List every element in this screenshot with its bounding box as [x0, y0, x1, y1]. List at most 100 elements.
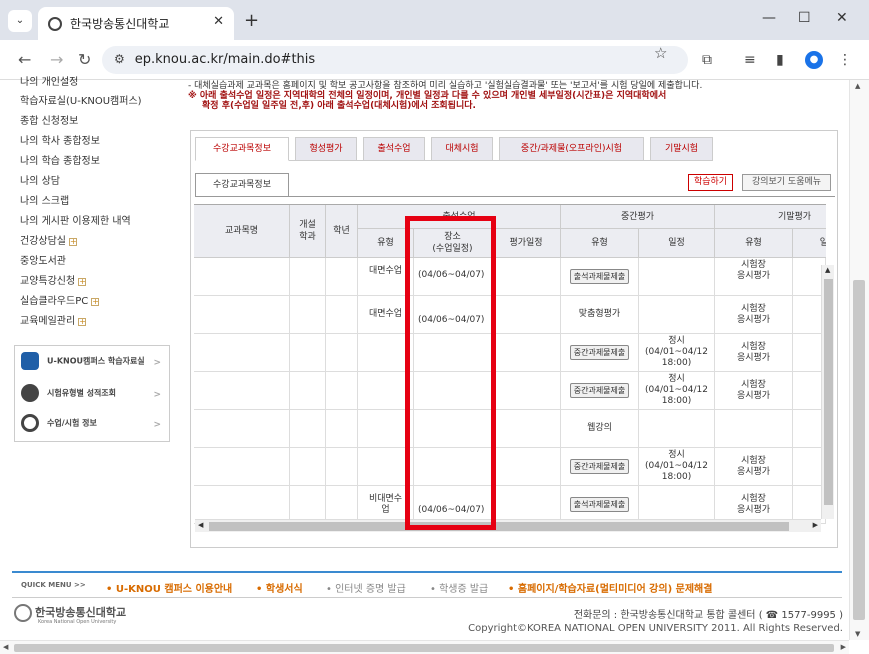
quick-link-certificate[interactable]: • 인터넷 증명 발급 — [326, 580, 406, 595]
divider — [195, 196, 835, 197]
expand-plus-icon[interactable]: + — [78, 318, 87, 326]
study-button[interactable]: 학습하기 — [688, 174, 733, 191]
quick-link-student-forms[interactable]: • 학생서식 — [256, 580, 303, 595]
attendance-assignment-submit-button[interactable]: 출석과제물제출 — [569, 497, 630, 512]
footer: 한국방송통신대학교 Korea National Open University… — [0, 600, 869, 640]
sidebar-item-learning-info[interactable]: 나의 학습 종합정보 — [20, 152, 100, 171]
quick-link-troubleshoot[interactable]: • 홈페이지/학습자료(멀티미디어 강의) 문제해결 — [508, 580, 712, 595]
cell-mid-date: 정시 (04/01~04/12 18:00) — [639, 372, 715, 410]
quick-link-campus-guide[interactable]: • U-KNOU 캠퍼스 이용안내 — [106, 580, 232, 595]
scroll-left-icon[interactable]: ◀ — [3, 643, 8, 651]
table-horizontal-scrollbar[interactable]: ◀ ▶ — [195, 519, 821, 532]
window-close-icon[interactable]: ✕ — [836, 10, 848, 26]
quick-link-student-id[interactable]: • 학생증 발급 — [430, 580, 488, 595]
scroll-up-icon[interactable]: ▲ — [855, 82, 860, 90]
cell-mid-date — [639, 258, 715, 296]
cell-year — [326, 296, 358, 334]
midterm-assignment-submit-button[interactable]: 중간과제물제출 — [569, 345, 630, 360]
cell-mid-type: 중간과제물제출 — [561, 448, 639, 486]
sidebar-item-scrap[interactable]: 나의 스크랩 — [20, 192, 69, 211]
scroll-thumb[interactable] — [14, 644, 834, 652]
header-year: 학년 — [326, 205, 358, 258]
expand-plus-icon[interactable]: + — [91, 298, 100, 306]
cell-mid-type: 웹강의 — [561, 410, 639, 448]
cell-year — [326, 258, 358, 296]
tab-attendance-class[interactable]: 출석수업 — [363, 137, 425, 161]
browser-tab[interactable]: 한국방송통신대학교 ✕ — [38, 7, 234, 40]
cell-subject — [194, 372, 290, 410]
site-info-icon[interactable]: ⚙ — [114, 52, 125, 66]
table-row: 대면수업 (04/06~04/07) 출석과제물제출 시험장 응시평가 — [194, 258, 826, 296]
notice-line-2: ※ 아래 출석수업 일정은 지역대학의 전체의 일정이며, 개인별 일정과 다를… — [188, 91, 667, 101]
tab-final-exam[interactable]: 기말시험 — [650, 137, 713, 161]
bookmark-star-icon[interactable]: ☆ — [654, 44, 667, 62]
chevron-right-icon: > — [153, 358, 161, 368]
subtab-course-info[interactable]: 수강교과목정보 — [195, 173, 289, 197]
sidebar-item-study-materials[interactable]: 학습자료실(U-KNOU캠퍼스) — [20, 92, 142, 111]
reading-list-icon[interactable]: ≡ — [744, 52, 756, 68]
sidebar-item-mail[interactable]: 교육메일관리 + — [20, 312, 87, 331]
new-tab-button[interactable]: + — [244, 10, 259, 31]
tab-course-info[interactable]: 수강교과목정보 — [195, 137, 289, 161]
browser-tab-bar: ⌄ 한국방송통신대학교 ✕ + — ☐ ✕ — [0, 0, 869, 40]
extensions-icon[interactable]: ⧉ — [702, 52, 712, 68]
contact-info: 전화문의 : 한국방송통신대학교 통합 콜센터 ( ☎ 1577-9995 ) — [573, 610, 843, 621]
tab-substitute-exam[interactable]: 대체시험 — [431, 137, 493, 161]
sidebar-item-board-restrictions[interactable]: 나의 게시판 이용제한 내역 — [20, 212, 131, 231]
scroll-down-icon[interactable]: ▼ — [855, 630, 860, 638]
highlight-box — [405, 216, 496, 530]
page-horizontal-scrollbar[interactable]: ◀ ▶ — [0, 640, 849, 654]
side-panel-icon[interactable]: ▮ — [776, 52, 784, 68]
url-field[interactable]: ⚙ ep.knou.ac.kr/main.do#this — [102, 46, 688, 74]
sidebar-item-academic-info[interactable]: 나의 학사 종합정보 — [20, 132, 100, 151]
cell-mid-type: 중간과제물제출 — [561, 334, 639, 372]
sidebar-link-grades[interactable]: 시험유형별 성적조회 > — [21, 384, 165, 410]
scroll-up-icon[interactable]: ▲ — [825, 266, 830, 274]
midterm-assignment-submit-button[interactable]: 중간과제물제출 — [569, 459, 630, 474]
minimize-icon[interactable]: — — [762, 10, 776, 26]
cell-year — [326, 334, 358, 372]
university-logo: 한국방송통신대학교 Korea National Open University — [14, 604, 126, 625]
forward-icon[interactable]: → — [50, 50, 63, 69]
cell-offer — [290, 410, 326, 448]
tab-formative-eval[interactable]: 형성평가 — [295, 137, 357, 161]
sidebar-item-cloud-pc[interactable]: 실습클라우드PC + — [20, 292, 100, 311]
scroll-right-icon[interactable]: ▶ — [841, 643, 846, 651]
sidebar-item-library[interactable]: 중앙도서관 — [20, 252, 66, 271]
cell-offer — [290, 258, 326, 296]
scroll-thumb[interactable] — [209, 522, 789, 531]
cell-final-type: 시험장 응시평가 — [715, 296, 793, 334]
sidebar-item-personal-settings[interactable]: 나의 개인설정 — [20, 73, 78, 92]
sidebar-item-counseling[interactable]: 나의 상담 — [20, 172, 60, 191]
midterm-assignment-submit-button[interactable]: 중간과제물제출 — [569, 383, 630, 398]
sidebar-link-class-info[interactable]: 수업/시험 정보 > — [21, 414, 165, 440]
reload-icon[interactable]: ↻ — [78, 50, 91, 69]
tab-midterm-exam[interactable]: 중간/과제물(오프라인)시험 — [499, 137, 644, 161]
scroll-thumb[interactable] — [824, 279, 833, 505]
page-vertical-scrollbar[interactable]: ▲ ▼ — [849, 80, 869, 640]
attendance-assignment-submit-button[interactable]: 출석과제물제출 — [569, 269, 630, 284]
profile-avatar-icon[interactable]: ● — [805, 51, 823, 69]
cell-final-type: 시험장 응시평가 — [715, 448, 793, 486]
tab-close-icon[interactable]: ✕ — [213, 14, 224, 29]
scroll-right-icon[interactable]: ▶ — [813, 521, 818, 529]
cell-final-type: 시험장 응시평가 — [715, 334, 793, 372]
back-icon[interactable]: ← — [18, 50, 31, 69]
sidebar-item-application-info[interactable]: 종합 신청정보 — [20, 112, 78, 131]
chevron-right-icon: > — [153, 390, 161, 400]
table-vertical-scrollbar[interactable]: ▲ — [821, 265, 834, 519]
sidebar-item-health[interactable]: 건강상담실 + — [20, 232, 77, 251]
expand-plus-icon[interactable]: + — [69, 238, 77, 246]
scroll-thumb[interactable] — [853, 280, 865, 620]
cell-mid-date — [639, 410, 715, 448]
maximize-icon[interactable]: ☐ — [798, 10, 811, 26]
lecture-help-button[interactable]: 강의보기 도움메뉴 — [742, 174, 831, 191]
cell-year — [326, 410, 358, 448]
cell-eval-date — [492, 372, 561, 410]
tab-search-button[interactable]: ⌄ — [8, 10, 32, 32]
more-menu-icon[interactable]: ⋮ — [838, 52, 852, 68]
expand-plus-icon[interactable]: + — [78, 278, 87, 286]
scroll-left-icon[interactable]: ◀ — [198, 521, 203, 529]
sidebar-item-lectures[interactable]: 교양특강신청 + — [20, 272, 87, 291]
sidebar-link-u-knou[interactable]: U-KNOU캠퍼스 학습자료실 > — [21, 352, 165, 378]
